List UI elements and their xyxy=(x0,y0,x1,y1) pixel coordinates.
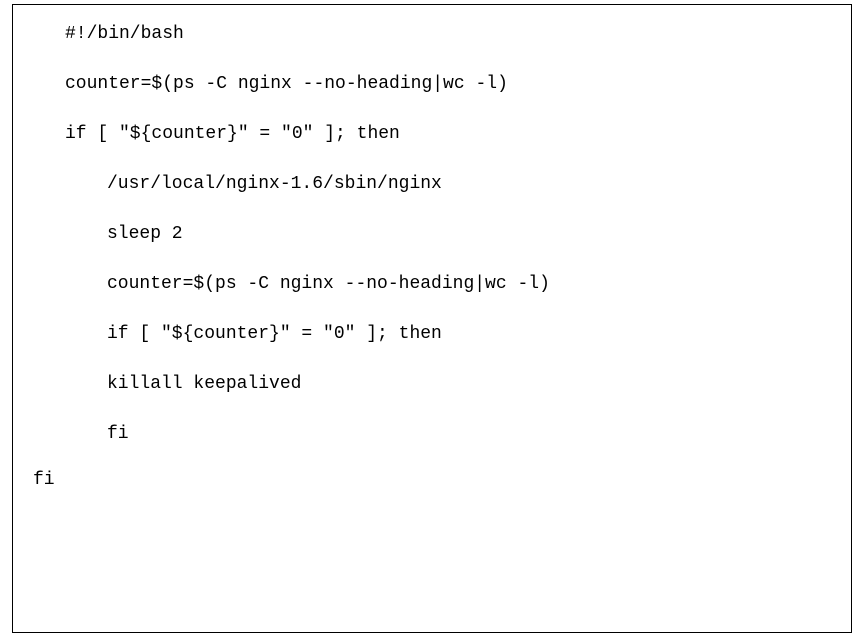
code-line-fi-inner: fi xyxy=(13,425,851,443)
code-line-counter-assign-2: counter=$(ps -C nginx --no-heading|wc -l… xyxy=(13,275,851,293)
code-line-if-outer: if [ "${counter}" = "0" ]; then xyxy=(13,125,851,143)
code-line-shebang: #!/bin/bash xyxy=(13,25,851,43)
code-line-sleep: sleep 2 xyxy=(13,225,851,243)
code-line-nginx-path: /usr/local/nginx-1.6/sbin/nginx xyxy=(13,175,851,193)
code-line-fi-outer: fi xyxy=(13,471,851,489)
code-line-if-inner: if [ "${counter}" = "0" ]; then xyxy=(13,325,851,343)
code-block: #!/bin/bash counter=$(ps -C nginx --no-h… xyxy=(12,4,852,633)
code-line-counter-assign: counter=$(ps -C nginx --no-heading|wc -l… xyxy=(13,75,851,93)
code-line-killall: killall keepalived xyxy=(13,375,851,393)
